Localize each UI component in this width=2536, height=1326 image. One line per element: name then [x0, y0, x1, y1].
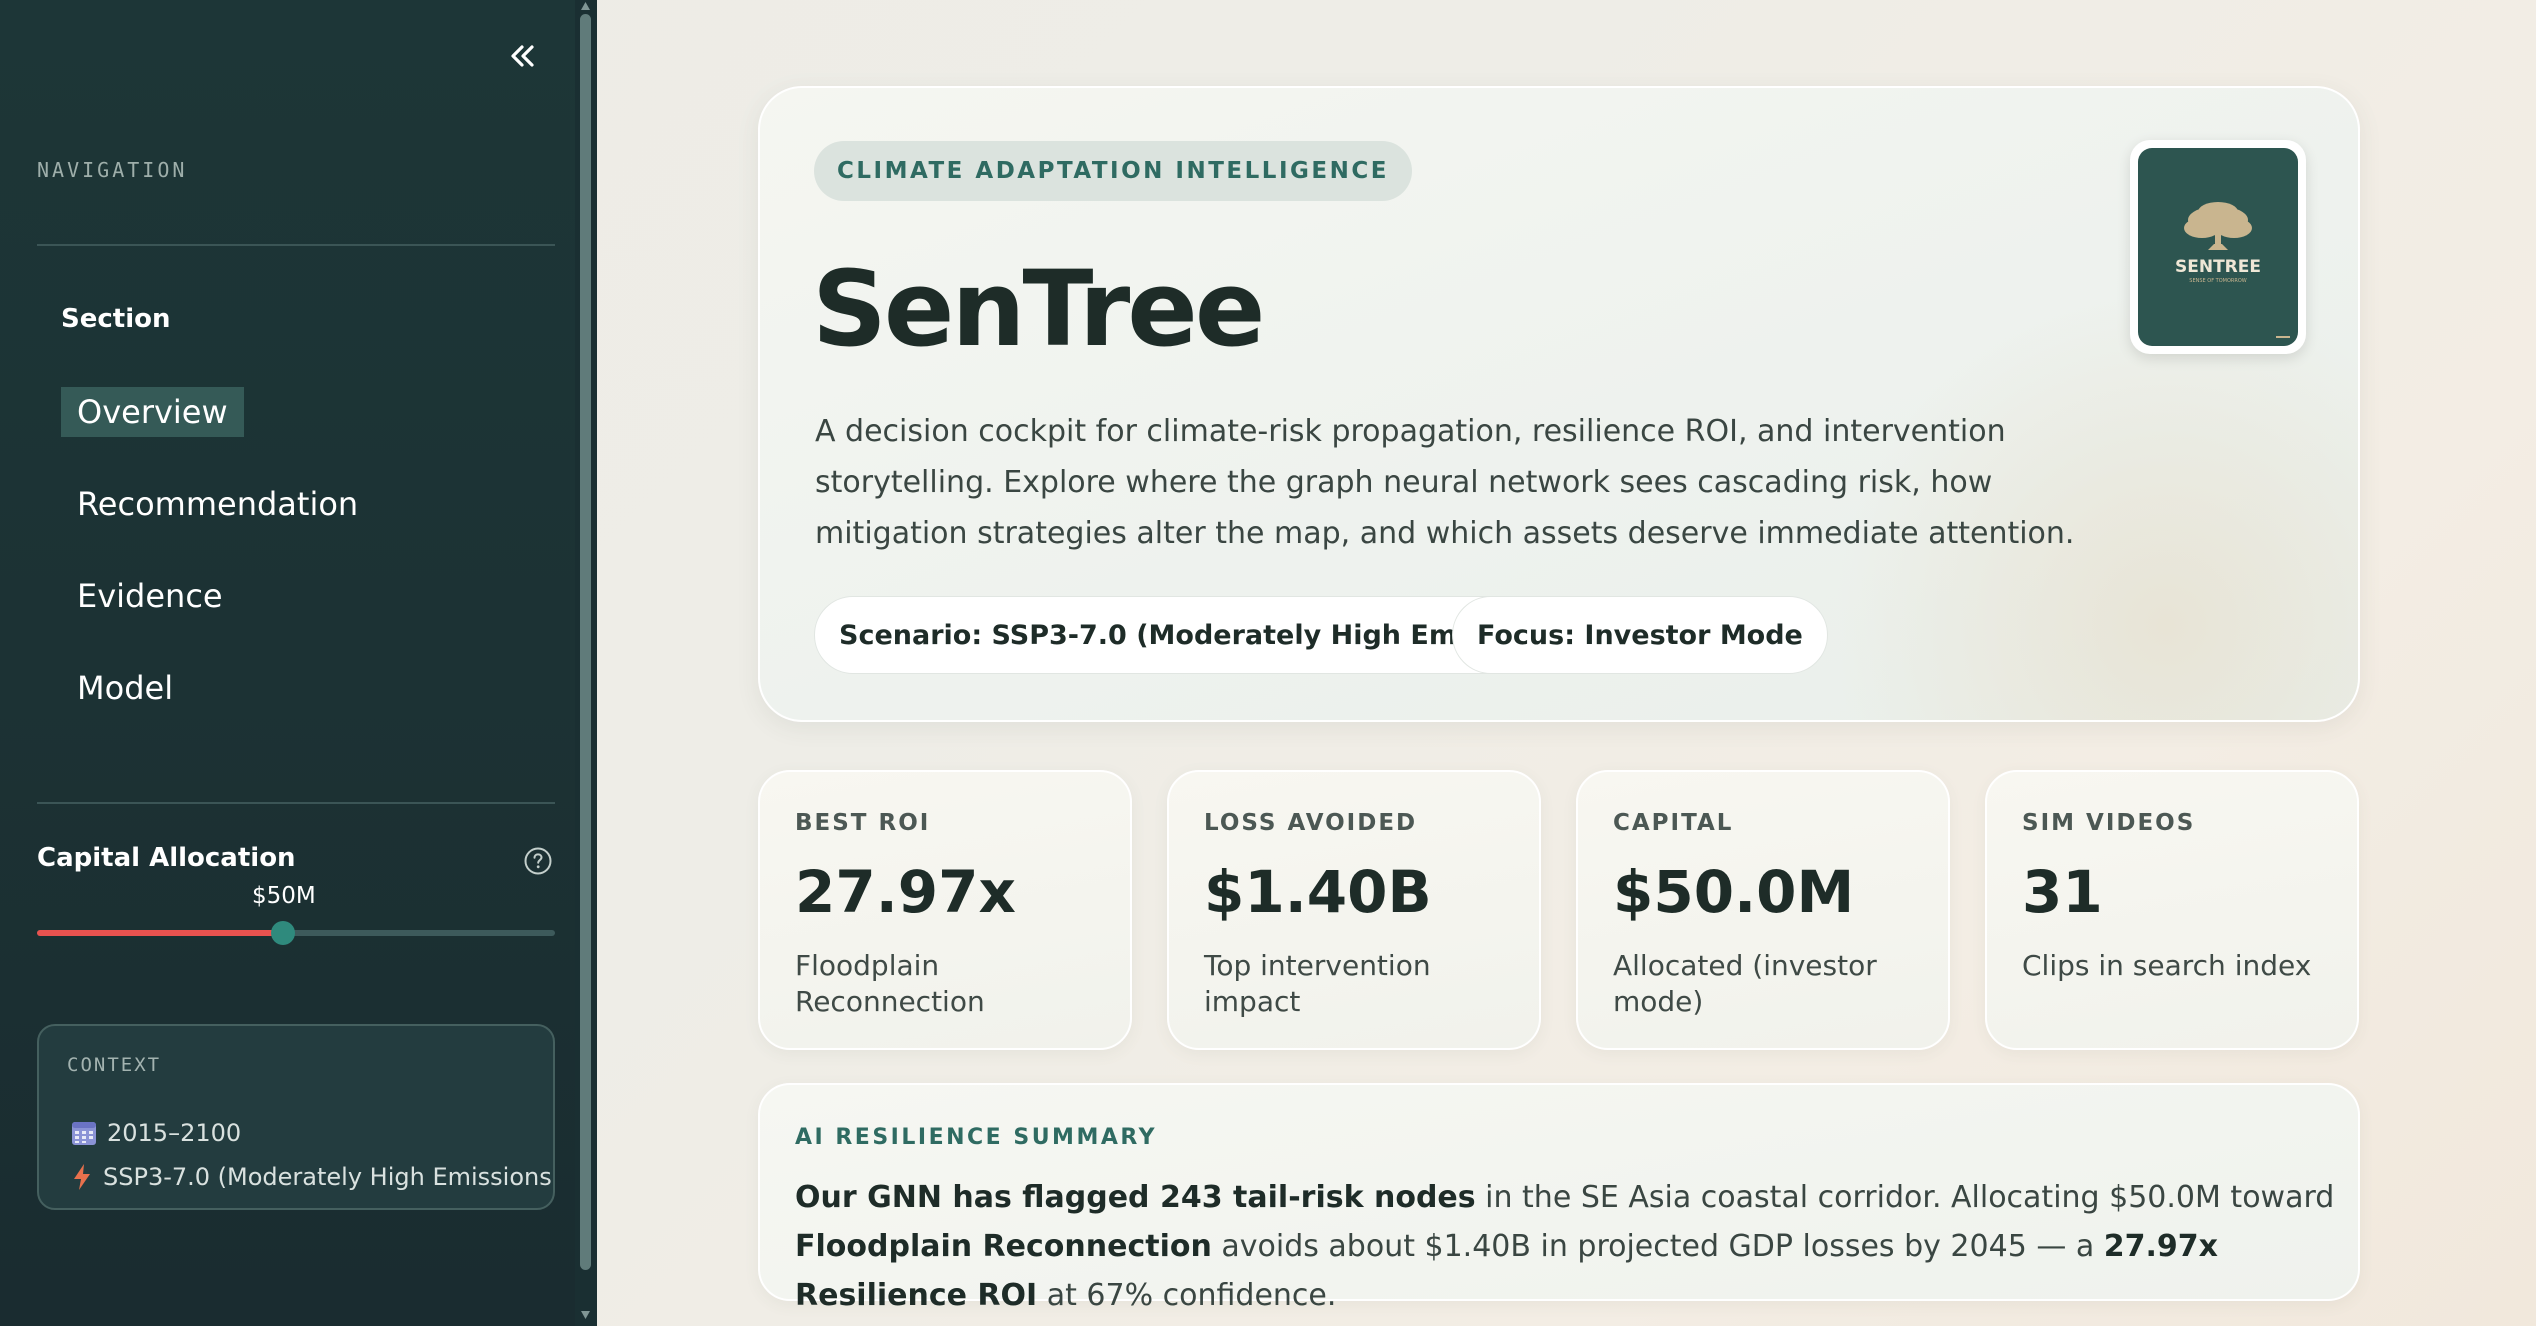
stat-subtitle: Clips in search index — [2022, 949, 2312, 982]
section-label: Section — [61, 304, 171, 334]
slider-value: $50M — [252, 883, 316, 909]
context-period-text: 2015–2100 — [107, 1119, 242, 1147]
sidebar-item-overview[interactable]: Overview — [61, 387, 244, 437]
page-title: SenTree — [812, 248, 1265, 370]
hero-card: CLIMATE ADAPTATION INTELLIGENCE SenTree … — [758, 86, 2360, 722]
context-scenario-text: SSP3-7.0 (Moderately High Emissions — [103, 1163, 552, 1191]
summary-fragment: in the SE Asia coastal corridor. Allocat… — [1475, 1180, 2335, 1215]
double-chevron-left-icon — [511, 45, 534, 67]
stat-card-best-roi: BEST ROI 27.97x Floodplain Reconnection — [758, 770, 1132, 1050]
summary-label: AI RESILIENCE SUMMARY — [795, 1125, 1158, 1150]
context-scenario: SSP3-7.0 (Moderately High Emissions — [71, 1163, 552, 1191]
lightning-icon — [74, 1164, 90, 1190]
stat-card-sim-videos: SIM VIDEOS 31 Clips in search index — [1985, 770, 2359, 1050]
sidebar-item-evidence[interactable]: Evidence — [61, 571, 239, 621]
scroll-down-arrow-icon[interactable] — [580, 1310, 591, 1320]
slider-fill — [37, 930, 284, 936]
logo: SENTREE SENSE OF TOMORROW — [2130, 140, 2306, 354]
stat-label: SIM VIDEOS — [2022, 810, 2196, 836]
sidebar-item-model[interactable]: Model — [61, 663, 189, 713]
svg-text:SENSE OF TOMORROW: SENSE OF TOMORROW — [2189, 278, 2247, 284]
context-period: 2015–2100 — [71, 1119, 241, 1147]
divider — [37, 244, 555, 246]
slider-thumb[interactable] — [271, 921, 296, 945]
stat-label: CAPITAL — [1613, 810, 1734, 836]
ai-resilience-summary: AI RESILIENCE SUMMARY Our GNN has flagge… — [758, 1083, 2360, 1313]
context-title: CONTEXT — [67, 1054, 162, 1076]
summary-fragment: avoids about $1.40B in projected GDP los… — [1211, 1229, 2104, 1264]
nav-heading: NAVIGATION — [37, 158, 188, 182]
logo-image: SENTREE SENSE OF TOMORROW — [2138, 148, 2298, 346]
stat-subtitle: Floodplain Reconnection — [795, 949, 985, 1018]
sidebar-scrollbar[interactable] — [575, 0, 597, 1326]
summary-highlight: Our GNN has flagged 243 tail-risk nodes — [795, 1180, 1476, 1215]
svg-text:SENTREE: SENTREE — [2175, 257, 2261, 277]
question-circle-icon[interactable] — [523, 846, 553, 876]
stat-card-loss-avoided: LOSS AVOIDED $1.40B Top intervention imp… — [1167, 770, 1541, 1050]
capital-allocation-label: Capital Allocation — [37, 843, 296, 873]
focus-chip: Focus: Investor Mode — [1452, 596, 1828, 674]
stat-value: $1.40B — [1204, 858, 1432, 926]
scroll-up-arrow-icon[interactable] — [580, 1, 591, 11]
context-panel: CONTEXT 2015–2100 SSP3-7.0 (Moderately H… — [37, 1024, 555, 1210]
stat-card-capital: CAPITAL $50.0M Allocated (investor mode) — [1576, 770, 1950, 1050]
stat-value: 27.97x — [795, 858, 1016, 926]
stat-value: $50.0M — [1613, 858, 1855, 926]
stat-subtitle: Top intervention impact — [1204, 949, 1431, 1018]
divider — [37, 802, 555, 804]
stat-label: BEST ROI — [795, 810, 931, 836]
sidebar-item-recommendation[interactable]: Recommendation — [61, 479, 374, 529]
summary-fragment: at 67% confidence. — [1037, 1278, 1337, 1313]
capital-slider[interactable] — [37, 921, 555, 945]
stat-subtitle: Allocated (investor mode) — [1613, 949, 1877, 1018]
scroll-thumb[interactable] — [580, 14, 591, 1270]
calendar-icon — [72, 1122, 96, 1145]
summary-text: Our GNN has flagged 243 tail-risk nodes … — [795, 1173, 2335, 1320]
eyebrow-badge: CLIMATE ADAPTATION INTELLIGENCE — [814, 141, 1412, 201]
hero-description: A decision cockpit for climate-risk prop… — [815, 414, 2075, 551]
tree-icon: SENTREE SENSE OF TOMORROW — [2175, 202, 2290, 338]
stat-label: LOSS AVOIDED — [1204, 810, 1418, 836]
summary-highlight: Floodplain Reconnection — [795, 1229, 1212, 1264]
collapse-sidebar-button[interactable] — [500, 34, 544, 78]
sidebar: NAVIGATION Section Overview Recommendati… — [0, 0, 597, 1326]
stat-value: 31 — [2022, 858, 2103, 926]
